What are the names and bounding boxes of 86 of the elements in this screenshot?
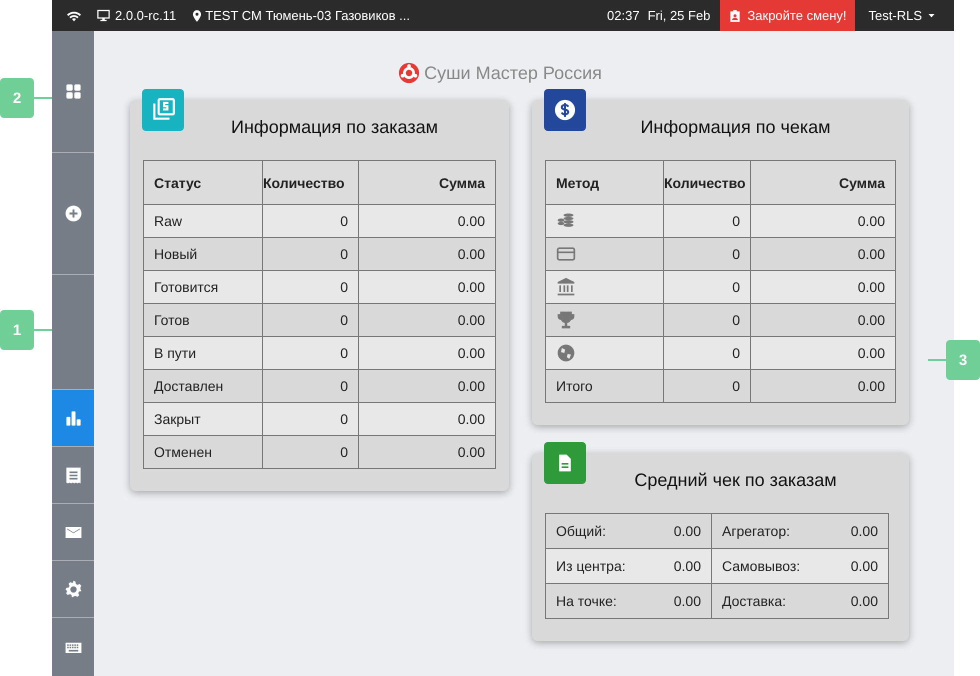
table-cell: Готов (144, 304, 262, 336)
table-cell: 0.00 (358, 336, 496, 370)
callout-badge: 1 (0, 310, 34, 350)
table-cell: 0.00 (834, 548, 888, 584)
table-cell: 0 (262, 370, 358, 402)
document-icon (544, 442, 586, 484)
bar-chart-icon (64, 408, 82, 428)
column-header: Количество (262, 160, 358, 204)
table-cell: 0 (664, 336, 750, 370)
leader-line (34, 329, 52, 331)
table-cell: Агрегатор: (712, 514, 834, 548)
close-shift-button[interactable]: Закройте смену! (720, 0, 855, 31)
table-cell: 0.00 (358, 270, 496, 304)
grid-icon (64, 82, 82, 101)
column-header: Сумма (750, 160, 896, 204)
table-cell: 0 (664, 270, 750, 304)
table-cell: 0 (664, 204, 750, 238)
table-cell: 0.00 (358, 204, 496, 238)
globe-icon (556, 343, 576, 363)
clock-time: 02:37 (607, 8, 640, 23)
callout-badge: 2 (0, 78, 34, 118)
table-cell: 0 (664, 238, 750, 270)
leader-line (928, 359, 946, 361)
settings-icon (64, 580, 82, 598)
table-cell: Готовится (144, 270, 262, 304)
table-cell: 0.00 (750, 336, 896, 370)
table-cell: 0.00 (834, 584, 888, 618)
location-label: TEST СМ Тюмень-03 Газовиков ... (205, 8, 410, 23)
table-cell: На точке: (546, 584, 656, 618)
table-cell: Итого (546, 370, 664, 402)
table-cell: Доставка: (712, 584, 834, 618)
table-cell: В пути (144, 336, 262, 370)
table-cell: Новый (144, 238, 262, 270)
table-cell: 0 (262, 336, 358, 370)
table-cell: 0.00 (750, 304, 896, 336)
table-cell: Общий: (546, 514, 656, 548)
badge-icon (728, 8, 742, 22)
date-label: Fri, 25 Feb (648, 8, 710, 23)
card-title: Информация по заказам (230, 117, 439, 138)
column-header: Количество (664, 160, 750, 204)
table-cell: 0 (262, 204, 358, 238)
table-cell: 0.00 (750, 238, 896, 270)
table-cell: Доставлен (144, 370, 262, 402)
table-cell: Из центра: (546, 548, 656, 584)
table-cell: 0.00 (656, 514, 712, 548)
table-cell: 0.00 (750, 204, 896, 238)
table-cell: Raw (144, 204, 262, 238)
column-header: Статус (144, 160, 262, 204)
user-menu-button[interactable]: Test-RLS (854, 0, 954, 31)
layers-icon (142, 89, 184, 131)
table-cell: 0.00 (656, 548, 712, 584)
table-cell: 0.00 (750, 270, 896, 304)
bank-icon (556, 277, 576, 297)
table-cell: 0 (262, 270, 358, 304)
table-cell: 0.00 (358, 304, 496, 336)
table-cell: 0 (262, 238, 358, 270)
table-cell: 0.00 (750, 370, 896, 402)
column-header: Сумма (358, 160, 496, 204)
table-cell: 0 (262, 436, 358, 468)
receipt-icon (64, 466, 82, 484)
callout-badge: 3 (946, 340, 980, 380)
brand-name: Суши Мастер Россия (424, 62, 602, 84)
table-cell: 0.00 (358, 436, 496, 468)
card-title: Средний чек по заказам (633, 470, 838, 491)
table-cell: 0 (262, 402, 358, 436)
table-cell: 0.00 (358, 370, 496, 402)
trophy-icon (556, 310, 576, 330)
leader-line (34, 97, 52, 99)
table-cell: 0.00 (358, 402, 496, 436)
version-label: 2.0.0-rc.11 (115, 8, 176, 23)
table-cell: 0 (262, 304, 358, 336)
monitor-icon (96, 8, 111, 23)
caret-icon (927, 11, 936, 20)
table-cell: 0.00 (656, 584, 712, 618)
sidebar-item[interactable] (52, 390, 94, 447)
table-cell: Закрыт (144, 402, 262, 436)
table-cell: 0.00 (358, 238, 496, 270)
logo-icon (398, 62, 420, 84)
card-title: Информация по чекам (639, 117, 832, 138)
table-cell: Отменен (144, 436, 262, 468)
column-header: Метод (546, 160, 664, 204)
table-cell: 0.00 (834, 514, 888, 548)
table-cell: 0 (664, 370, 750, 402)
table-cell: Самовывоз: (712, 548, 834, 584)
plus-circle-icon (64, 204, 82, 223)
table-cell: 0 (664, 304, 750, 336)
